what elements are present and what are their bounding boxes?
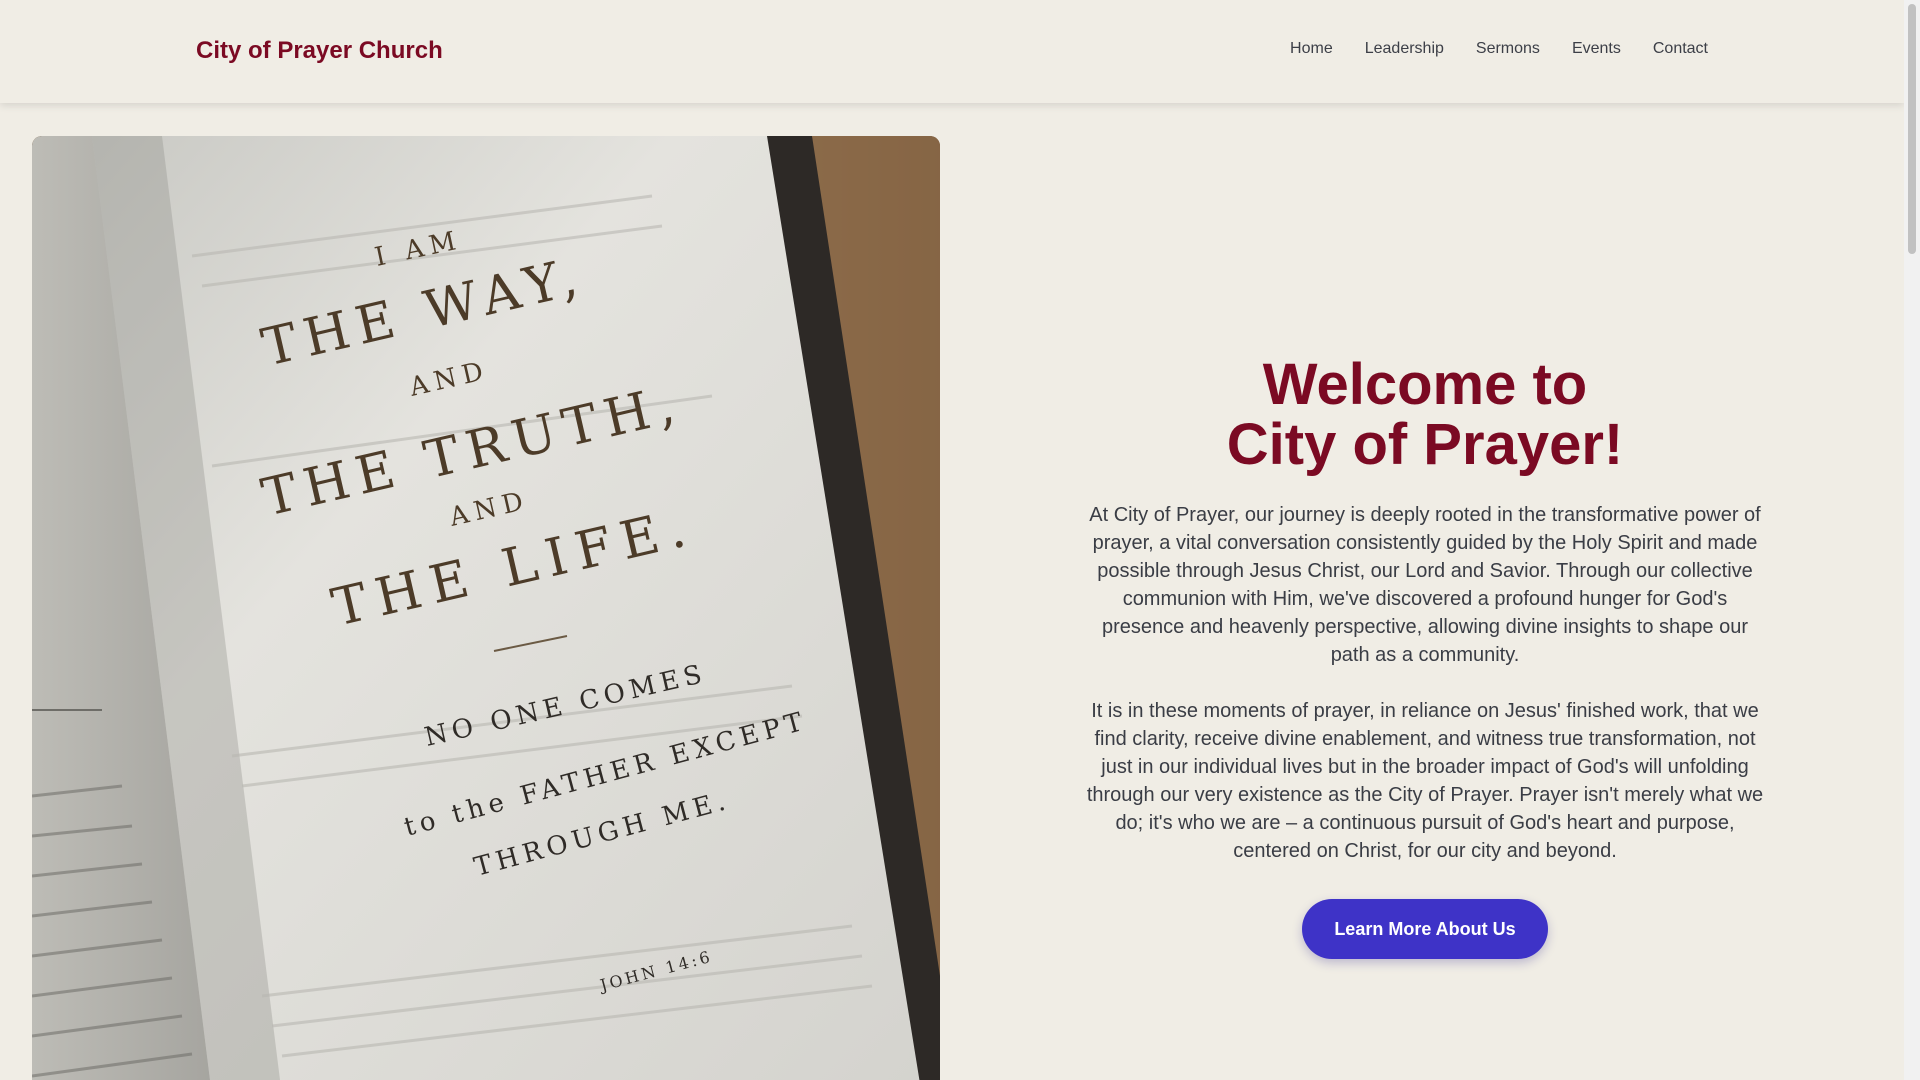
hero-image-bible: I AM THE WAY, AND THE TRUTH, AND THE LIF…: [32, 136, 940, 1080]
page-scrollbar[interactable]: [1904, 0, 1920, 1080]
nav-leadership[interactable]: Leadership: [1365, 40, 1444, 58]
welcome-title: Welcome to City of Prayer!: [1080, 355, 1770, 475]
welcome-title-line-2: City of Prayer!: [1226, 412, 1624, 477]
site-logo[interactable]: City of Prayer Church: [196, 37, 443, 65]
site-header: City of Prayer Church Home Leadership Se…: [0, 0, 1904, 103]
page: City of Prayer Church Home Leadership Se…: [0, 0, 1904, 1080]
welcome-title-line-1: Welcome to: [1262, 352, 1588, 417]
nav-sermons[interactable]: Sermons: [1476, 40, 1540, 58]
intro-paragraph-1: At City of Prayer, our journey is deeply…: [1089, 504, 1761, 666]
intro-paragraph-2: It is in these moments of prayer, in rel…: [1086, 700, 1764, 862]
scrollbar-thumb[interactable]: [1908, 4, 1916, 254]
nav-home[interactable]: Home: [1290, 40, 1333, 58]
bible-photo: I AM THE WAY, AND THE TRUTH, AND THE LIF…: [32, 136, 940, 1080]
main-nav: Home Leadership Sermons Events Contact: [1290, 40, 1708, 58]
learn-more-button[interactable]: Learn More About Us: [1302, 899, 1548, 959]
nav-events[interactable]: Events: [1572, 40, 1621, 58]
welcome-section: Welcome to City of Prayer! At City of Pr…: [1080, 355, 1770, 959]
nav-contact[interactable]: Contact: [1653, 40, 1708, 58]
